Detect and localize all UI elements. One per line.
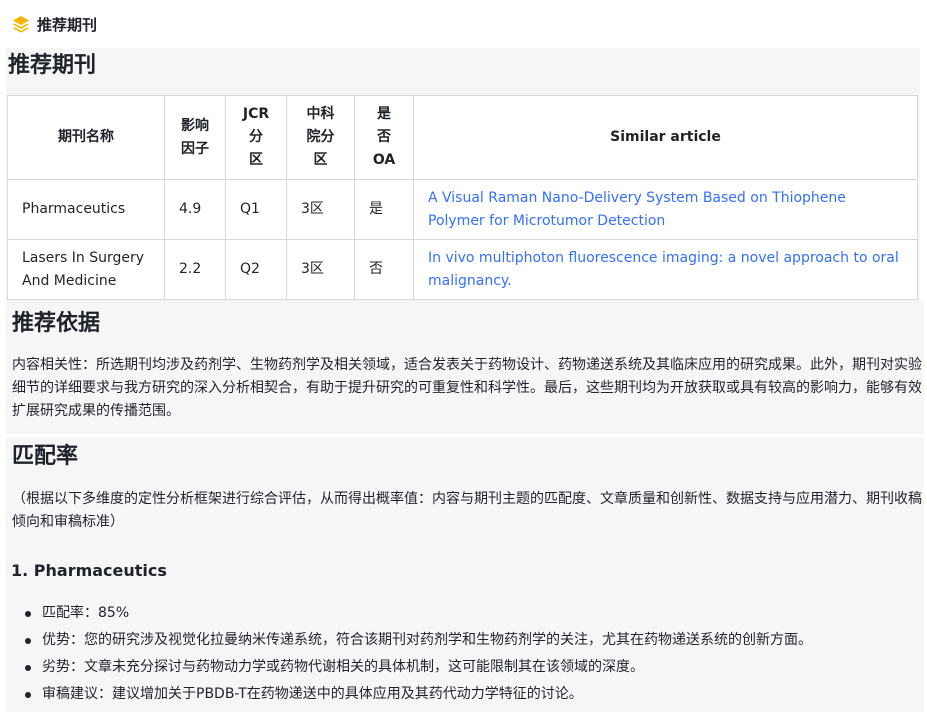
impact-factor: 2.2 [164,239,226,300]
basis-title: 推荐依据 [12,311,101,336]
open-access: 否 [354,239,414,300]
basis-text: 内容相关性：所选期刊均涉及药剂学、生物药剂学及相关领域，适合发表关于药物设计、药… [12,357,922,419]
open-access: 是 [354,179,414,240]
col-impact-factor: 影响 因子 [164,95,226,180]
journal-name: Pharmaceutics [7,179,165,240]
list-item: 审稿建议：建议增加关于PBDB-T在药物递送中的具体应用及其药代动力学特征的讨论… [11,681,812,708]
impact-factor: 4.9 [164,179,226,240]
similar-article-cell: In vivo multiphoton fluorescence imaging… [413,239,918,300]
list-item: 匹配率：85% [11,600,812,627]
col-oa: 是 否 OA [354,95,414,180]
col-cas: 中科 院分 区 [286,95,355,180]
list-item: 劣势：文章未充分探讨与药物动力学或药物代谢相关的具体机制，这可能限制其在该领域的… [11,654,812,681]
table-row: Lasers In Surgery And Medicine 2.2 Q2 3区… [7,239,918,300]
col-journal-name: 期刊名称 [7,95,165,180]
col-similar-article: Similar article [413,95,918,180]
header-title: 推荐期刊 [37,15,98,34]
jcr-quartile: Q1 [225,179,287,240]
similar-article-link[interactable]: In vivo multiphoton fluorescence imaging… [428,250,899,289]
recommend-section: 推荐期刊 期刊名称 影响 因子 JCR 分 区 中科 院分 区 是 否 OA S… [6,48,920,300]
header-bar: 推荐期刊 [0,0,927,48]
similar-article-link[interactable]: A Visual Raman Nano-Delivery System Base… [428,190,846,229]
cas-zone: 3区 [286,179,355,240]
list-item: 优势：您的研究涉及视觉化拉曼纳米传递系统，符合该期刊对药剂学和生物药剂学的关注，… [11,627,812,654]
journal-name: Lasers In Surgery And Medicine [7,239,165,300]
match-title: 匹配率 [12,444,79,469]
jcr-quartile: Q2 [225,239,287,300]
basis-section: 推荐依据 内容相关性：所选期刊均涉及药剂学、生物药剂学及相关领域，适合发表关于药… [6,300,924,434]
journal-table: 期刊名称 影响 因子 JCR 分 区 中科 院分 区 是 否 OA Simila… [7,95,918,300]
col-jcr: JCR 分 区 [225,95,287,180]
recommend-title: 推荐期刊 [8,53,97,78]
match-intro: （根据以下多维度的定性分析框架进行综合评估，从而得出概率值：内容与期刊主题的匹配… [12,491,922,530]
table-row: Pharmaceutics 4.9 Q1 3区 是 A Visual Raman… [7,179,918,240]
table-header-row: 期刊名称 影响 因子 JCR 分 区 中科 院分 区 是 否 OA Simila… [7,95,918,180]
journal-heading: 1. Pharmaceutics [11,561,167,580]
match-list: 匹配率：85% 优势：您的研究涉及视觉化拉曼纳米传递系统，符合该期刊对药剂学和生… [11,600,812,708]
match-section: 匹配率 （根据以下多维度的定性分析框架进行综合评估，从而得出概率值：内容与期刊主… [6,437,924,712]
similar-article-cell: A Visual Raman Nano-Delivery System Base… [413,179,918,240]
layers-icon [11,14,31,34]
cas-zone: 3区 [286,239,355,300]
